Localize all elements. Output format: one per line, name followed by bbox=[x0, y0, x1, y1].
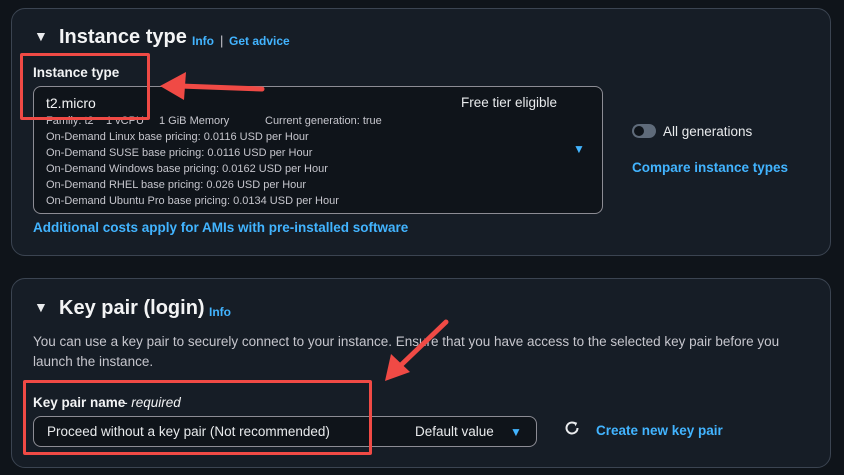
create-key-pair-link[interactable]: Create new key pair bbox=[596, 423, 723, 438]
instance-type-panel: ▼ Instance type Info | Get advice Instan… bbox=[11, 8, 831, 256]
instance-memory: 1 GiB Memory bbox=[159, 115, 230, 127]
keypair-select[interactable]: Proceed without a key pair (Not recommen… bbox=[33, 416, 537, 447]
compare-instance-types-link[interactable]: Compare instance types bbox=[632, 160, 788, 175]
instance-vcpu: 1 vCPU bbox=[106, 115, 144, 127]
get-advice-link[interactable]: Get advice bbox=[229, 34, 290, 48]
all-generations-toggle[interactable] bbox=[632, 124, 656, 138]
instance-family: Family: t2 bbox=[46, 115, 94, 127]
instance-type-select[interactable]: t2.micro Free tier eligible Family: t2 1… bbox=[33, 86, 603, 214]
dropdown-triangle-icon: ▼ bbox=[573, 142, 585, 156]
free-tier-badge: Free tier eligible bbox=[461, 95, 558, 110]
refresh-icon[interactable] bbox=[563, 419, 581, 442]
keypair-selected-value: Proceed without a key pair (Not recommen… bbox=[47, 424, 330, 439]
pricing-line: On-Demand Ubuntu Pro base pricing: 0.013… bbox=[46, 195, 339, 207]
collapse-caret-icon[interactable]: ▼ bbox=[34, 28, 48, 44]
keypair-description-line2: launch the instance. bbox=[33, 354, 154, 369]
all-generations-label: All generations bbox=[663, 124, 753, 139]
instance-generation: Current generation: true bbox=[265, 115, 382, 127]
pricing-line: On-Demand RHEL base pricing: 0.026 USD p… bbox=[46, 179, 307, 191]
pricing-line: On-Demand Windows base pricing: 0.0162 U… bbox=[46, 163, 328, 175]
toggle-knob bbox=[634, 126, 644, 136]
keypair-field-label: Key pair name bbox=[33, 395, 126, 410]
keypair-section-title: Key pair (login) bbox=[59, 297, 205, 319]
additional-costs-link[interactable]: Additional costs apply for AMIs with pre… bbox=[33, 220, 408, 235]
instance-section-title: Instance type bbox=[59, 26, 187, 48]
required-label: - required bbox=[123, 395, 181, 410]
keypair-description-line1: You can use a key pair to securely conne… bbox=[33, 334, 780, 349]
dropdown-triangle-icon: ▼ bbox=[510, 425, 522, 439]
instance-name: t2.micro bbox=[46, 95, 96, 111]
instance-type-field-label: Instance type bbox=[33, 65, 120, 80]
link-separator: | bbox=[220, 33, 224, 48]
pricing-line: On-Demand Linux base pricing: 0.0116 USD… bbox=[46, 131, 309, 143]
keypair-info-link[interactable]: Info bbox=[209, 305, 231, 319]
pricing-line: On-Demand SUSE base pricing: 0.0116 USD … bbox=[46, 147, 313, 159]
default-value-tag: Default value bbox=[415, 424, 494, 439]
key-pair-panel: ▼ Key pair (login) Info You can use a ke… bbox=[11, 278, 831, 468]
instance-info-link[interactable]: Info bbox=[192, 34, 214, 48]
collapse-caret-icon[interactable]: ▼ bbox=[34, 299, 48, 315]
